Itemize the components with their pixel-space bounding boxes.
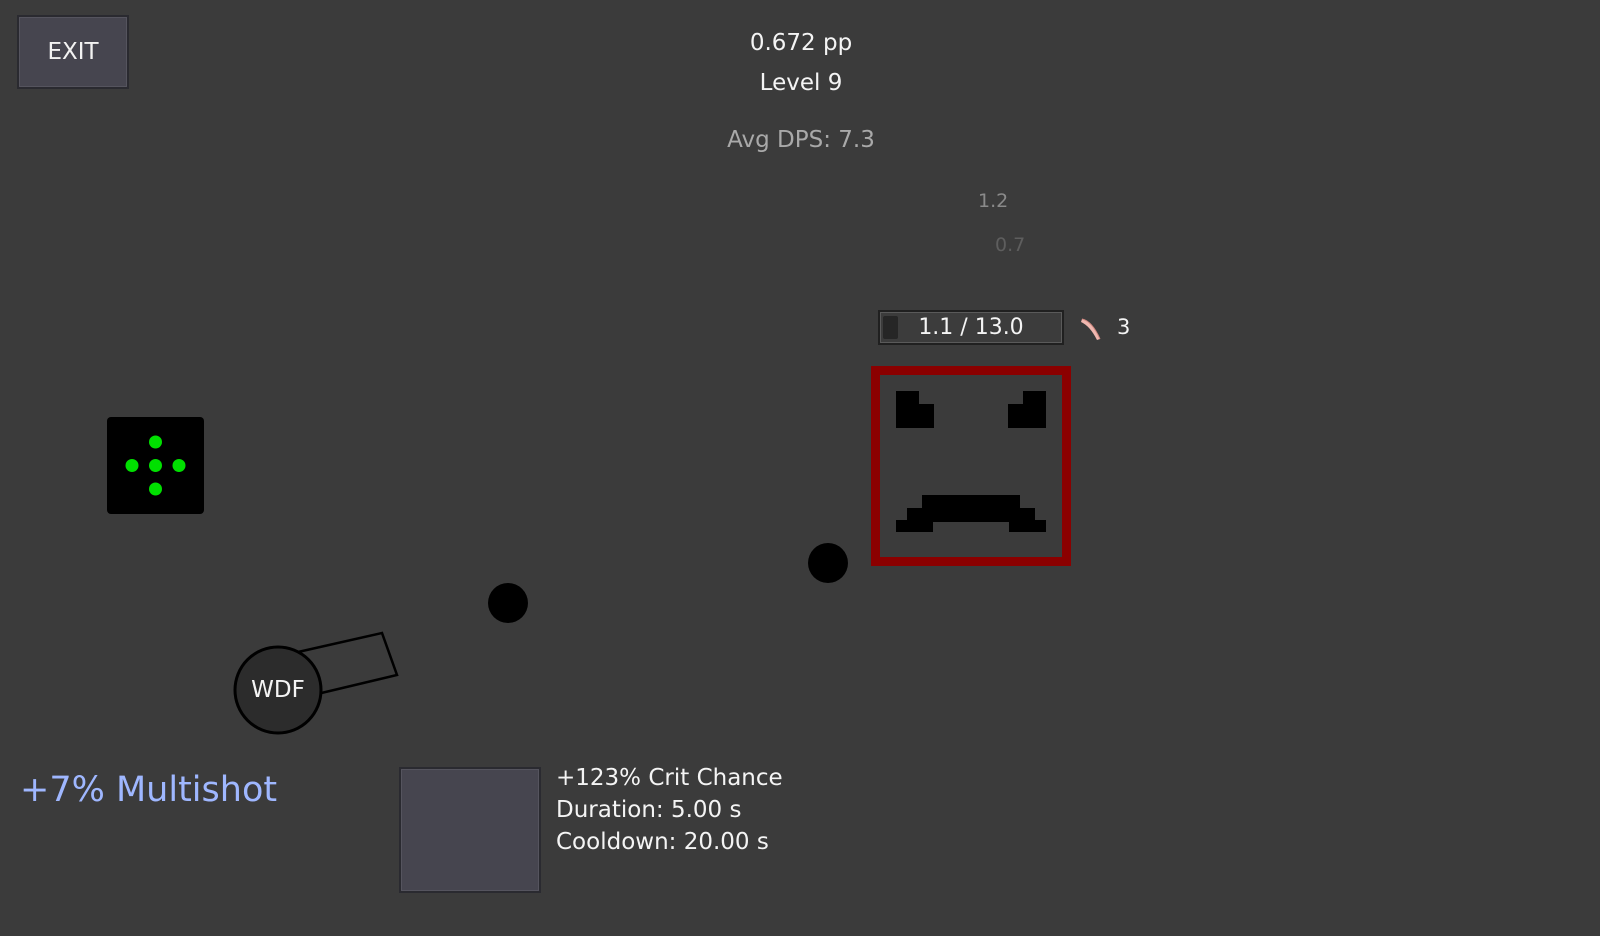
armor-claw-icon	[1081, 318, 1101, 340]
tower-label: WDF	[251, 677, 305, 703]
ability-duration: Duration: 5.00 s	[556, 797, 742, 823]
damage-number: 1.2	[978, 190, 1009, 212]
bullet	[488, 583, 528, 623]
ability-title: +123% Crit Chance	[556, 765, 783, 791]
exit-button[interactable]: EXIT	[17, 15, 129, 89]
ability-button[interactable]	[399, 767, 541, 893]
points-display: 0.672 pp	[749, 30, 853, 56]
enemy-health-bar: 1.1 / 13.0	[878, 310, 1064, 345]
ability-cooldown: Cooldown: 20.00 s	[556, 829, 769, 855]
avg-dps-display: Avg DPS: 7.3	[727, 127, 875, 153]
enemy-sad-face[interactable]	[871, 366, 1071, 566]
armor-count: 3	[1117, 315, 1131, 339]
damage-number: 0.7	[995, 234, 1026, 256]
enemy-health-text: 1.1 / 13.0	[918, 315, 1024, 340]
bullet	[808, 543, 848, 583]
multishot-buff-text: +7% Multishot	[20, 770, 278, 810]
level-display: Level 9	[759, 70, 843, 96]
multishot-dots-icon[interactable]	[107, 417, 204, 514]
